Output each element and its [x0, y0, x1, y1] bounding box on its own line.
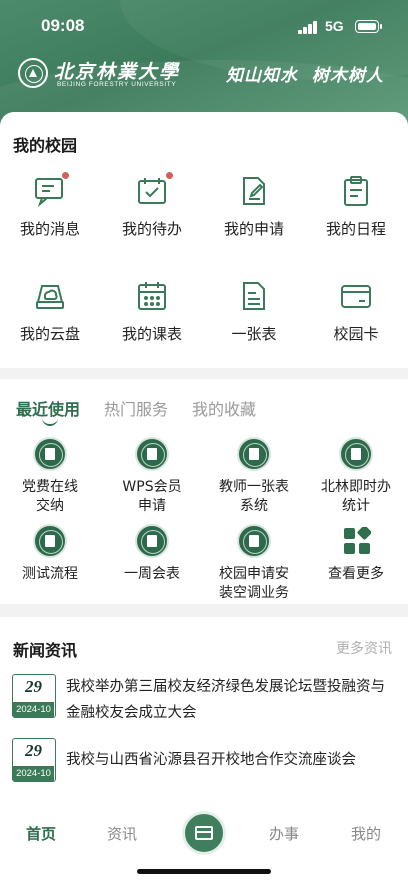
- news-more-link[interactable]: 更多资讯: [336, 638, 392, 658]
- university-motto: 知山知水 树木树人: [226, 66, 384, 86]
- campus-item-label: 我的消息: [19, 220, 80, 238]
- campus-item-cloud-drive[interactable]: 我的云盘: [0, 280, 100, 370]
- campus-item-label: 我的课表: [121, 325, 182, 343]
- university-name-cn: 北京林業大學: [54, 61, 181, 83]
- signal-icon: [298, 21, 318, 34]
- status-bar: 09:08 5G: [0, 12, 408, 42]
- message-icon: [34, 172, 69, 208]
- service-label: 党费在线 交纳: [22, 479, 78, 514]
- unread-dot: [62, 172, 69, 179]
- news-headline: 我校与山西省沁源县召开校地合作交流座谈会: [66, 752, 356, 768]
- services-card: 最近使用 热门服务 我的收藏 党费在线 交纳 WPS会员 申请 教师一张表 系统…: [0, 379, 408, 604]
- campus-item-label: 一张表: [231, 325, 277, 343]
- news-title: 新闻资讯: [13, 641, 78, 660]
- campus-item-label: 我的待办: [121, 220, 182, 238]
- news-year-month: 2024-10: [13, 766, 54, 781]
- news-year-month: 2024-10: [13, 702, 54, 717]
- card-scan-icon[interactable]: [182, 811, 226, 855]
- university-seal-icon: [33, 524, 67, 558]
- nav-services[interactable]: 办事: [254, 823, 314, 844]
- service-item[interactable]: 北林即时办 统计: [306, 437, 406, 517]
- tab-active-indicator: [42, 418, 58, 426]
- university-seal-icon: [135, 437, 169, 471]
- service-label: WPS会员 申请: [122, 479, 182, 514]
- news-card: 新闻资讯 更多资讯 29 2024-10 我校举办第三届校友经济绿色发展论坛暨投…: [0, 617, 408, 797]
- service-item[interactable]: 党费在线 交纳: [0, 437, 100, 517]
- status-time: 09:08: [41, 16, 85, 35]
- service-label: 校园申请安 装空调业务: [219, 566, 289, 601]
- university-logo-icon: [18, 58, 48, 88]
- news-day: 29: [25, 677, 42, 696]
- university-seal-icon: [33, 437, 67, 471]
- tab-favorites[interactable]: 我的收藏: [192, 396, 256, 420]
- schedule-clipboard-icon: [340, 175, 372, 207]
- home-indicator: [137, 869, 271, 874]
- campus-card-icon: [340, 280, 372, 312]
- network-label: 5G: [325, 18, 344, 34]
- unread-dot: [166, 172, 173, 179]
- service-item[interactable]: 教师一张表 系统: [204, 437, 304, 517]
- cloud-drive-icon: [34, 280, 66, 312]
- service-item[interactable]: 一周会表: [102, 524, 202, 604]
- service-label: 北林即时办 统计: [321, 479, 391, 514]
- course-calendar-icon: [136, 280, 168, 312]
- news-day: 29: [25, 741, 42, 760]
- news-date-badge: 29 2024-10: [12, 674, 56, 718]
- todo-calendar-icon: [136, 172, 173, 207]
- campus-item-applications[interactable]: 我的申请: [204, 175, 304, 265]
- university-name-en: BEIJING FORESTRY UNIVERSITY: [57, 81, 177, 88]
- my-campus-card: 我的校园 我的消息 我的待办 我的申请 我的日程 我的云盘 我的课表 一张表 校…: [0, 112, 408, 368]
- nav-profile[interactable]: 我的: [336, 823, 396, 844]
- nav-home[interactable]: 首页: [11, 823, 71, 844]
- service-item[interactable]: 校园申请安 装空调业务: [204, 524, 304, 604]
- view-more-button[interactable]: 查看更多: [306, 524, 406, 604]
- service-item[interactable]: 测试流程: [0, 524, 100, 604]
- battery-icon: [355, 20, 382, 33]
- campus-item-label: 校园卡: [333, 325, 379, 343]
- service-item[interactable]: WPS会员 申请: [102, 437, 202, 517]
- my-campus-title: 我的校园: [13, 136, 78, 155]
- nav-news[interactable]: 资讯: [92, 823, 152, 844]
- university-seal-icon: [135, 524, 169, 558]
- university-seal-icon: [237, 524, 271, 558]
- campus-item-schedule[interactable]: 我的日程: [306, 175, 406, 265]
- news-date-badge: 29 2024-10: [12, 738, 56, 782]
- news-item[interactable]: 29 2024-10 我校举办第三届校友经济绿色发展论坛暨投融资与金融校友会成立…: [12, 674, 396, 726]
- campus-item-campus-card[interactable]: 校园卡: [306, 280, 406, 370]
- grid-more-icon: [343, 525, 372, 555]
- campus-item-course-table[interactable]: 我的课表: [102, 280, 202, 370]
- campus-item-label: 我的云盘: [19, 325, 80, 343]
- university-seal-icon: [339, 437, 373, 471]
- tab-recent[interactable]: 最近使用: [16, 396, 80, 420]
- form-document-icon: [238, 280, 270, 312]
- campus-item-label: 我的日程: [325, 220, 386, 238]
- service-label: 测试流程: [22, 566, 78, 582]
- campus-item-messages[interactable]: 我的消息: [0, 172, 100, 265]
- tab-hot-services[interactable]: 热门服务: [104, 396, 168, 420]
- news-item[interactable]: 29 2024-10 我校与山西省沁源县召开校地合作交流座谈会: [12, 738, 396, 782]
- service-label: 查看更多: [328, 566, 384, 582]
- campus-item-one-form[interactable]: 一张表: [204, 280, 304, 370]
- news-headline: 我校举办第三届校友经济绿色发展论坛暨投融资与金融校友会成立大会: [66, 679, 385, 721]
- university-seal-icon: [237, 437, 271, 471]
- campus-item-label: 我的申请: [223, 220, 284, 238]
- campus-item-todo[interactable]: 我的待办: [102, 172, 202, 265]
- service-label: 一周会表: [124, 566, 180, 582]
- service-label: 教师一张表 系统: [219, 479, 289, 514]
- application-edit-icon: [238, 175, 270, 207]
